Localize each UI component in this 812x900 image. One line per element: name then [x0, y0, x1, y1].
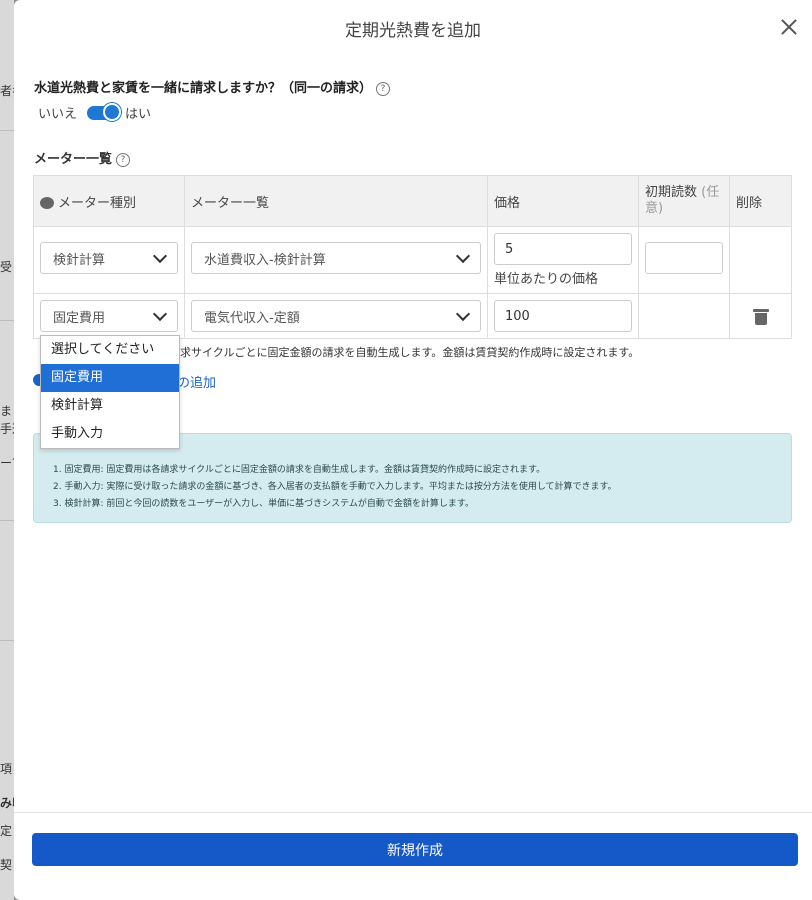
meter-table: メーター種別 メーター一覧 価格 初期読数 (任意) 削除 検針計算 水道費収入…	[33, 175, 792, 339]
toggle-off-label: いいえ	[38, 107, 78, 122]
dropdown-option[interactable]: 手動入力	[41, 420, 179, 448]
combine-billing-question: 水道光熱費と家賃を一緒に請求しますか？（同一の請求）?	[34, 77, 391, 96]
meter-section-label: メーター一覧?	[34, 148, 131, 167]
chevron-down-icon	[152, 306, 168, 322]
meter-select[interactable]: 電気代収入-定額	[191, 300, 481, 332]
header-initial-reading: 初期読数 (任意)	[638, 175, 730, 227]
meter-type-select[interactable]: 固定費用	[40, 300, 178, 332]
row-description: 求サイクルごとに固定金額の請求を自動生成します。金額は賃貸契約作成時に設定されま…	[180, 346, 640, 359]
background-text: 定	[0, 824, 13, 838]
dropdown-option[interactable]: 検針計算	[41, 392, 179, 420]
add-meter-link[interactable]: の追加	[177, 372, 216, 391]
divider	[0, 130, 14, 131]
info-line: 2. 手動入力: 実際に受け取った請求の金額に基づき、各入居者の支払額を手動で入…	[53, 482, 617, 492]
header-price: 価格	[487, 175, 639, 227]
info-line: 1. 固定費用: 固定費用は各請求サイクルごとに固定金額の請求を自動生成します。…	[53, 465, 546, 475]
footer-divider	[14, 812, 812, 813]
price-input[interactable]: 5	[494, 233, 632, 265]
dropdown-option-selected[interactable]: 固定費用	[41, 364, 179, 392]
chat-icon	[40, 197, 54, 209]
divider	[0, 320, 14, 321]
price-input[interactable]: 100	[494, 300, 632, 332]
dropdown-option[interactable]: 選択してください	[41, 336, 179, 364]
background-text: 項	[0, 762, 13, 776]
table-row: 固定費用 電気代収入-定額 100	[33, 293, 792, 339]
create-button[interactable]: 新規作成	[32, 833, 798, 866]
question-text: 水道光熱費と家賃を一緒に請求しますか？（同一の請求）	[34, 81, 373, 96]
combine-billing-toggle[interactable]	[87, 102, 122, 121]
help-icon[interactable]: ?	[376, 81, 391, 96]
chevron-down-icon	[455, 248, 471, 264]
header-delete: 削除	[729, 175, 792, 227]
chevron-down-icon	[152, 248, 168, 264]
header-meter-type: メーター種別	[33, 175, 185, 227]
meter-type-select[interactable]: 検針計算	[40, 242, 178, 274]
divider	[0, 640, 14, 641]
info-line: 3. 検針計算: 前回と今回の読数をユーザーが入力し、単価に基づきシステムが自動…	[53, 499, 474, 509]
initial-reading-input[interactable]	[645, 242, 723, 274]
chevron-down-icon	[455, 306, 471, 322]
header-meter-list: メーター一覧	[184, 175, 488, 227]
combine-billing-toggle-row: いいえ はい	[38, 102, 152, 122]
table-row: 検針計算 水道費収入-検針計算 5 単位あたりの価格	[33, 226, 792, 294]
meter-type-dropdown: 選択してください 固定費用 検針計算 手動入力	[40, 335, 180, 449]
modal-title: 定期光熱費を追加	[345, 21, 481, 41]
background-text: ま	[0, 404, 13, 418]
divider	[0, 520, 14, 521]
table-header-row: メーター種別 メーター一覧 価格 初期読数 (任意) 削除	[33, 175, 792, 227]
meter-select[interactable]: 水道費収入-検針計算	[191, 242, 481, 274]
add-utility-modal: 定期光熱費を追加 水道光熱費と家賃を一緒に請求しますか？（同一の請求）? いいえ…	[14, 0, 812, 900]
meter-section-text: メーター一覧	[34, 152, 113, 167]
trash-icon[interactable]	[752, 309, 769, 325]
background-text: 受	[0, 260, 13, 274]
close-icon[interactable]	[776, 14, 802, 40]
toggle-on-label: はい	[125, 107, 152, 122]
background-text: 契	[0, 858, 13, 872]
help-icon[interactable]: ?	[116, 152, 131, 167]
toggle-knob	[103, 102, 122, 121]
price-note: 単位あたりの価格	[494, 272, 599, 287]
